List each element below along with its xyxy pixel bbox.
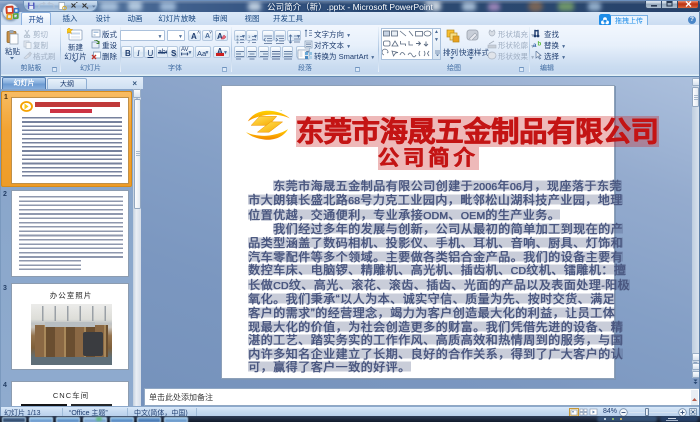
svg-text:b: b: [538, 42, 542, 48]
svg-text:2: 2: [248, 39, 251, 44]
svg-text:a: a: [533, 43, 537, 49]
